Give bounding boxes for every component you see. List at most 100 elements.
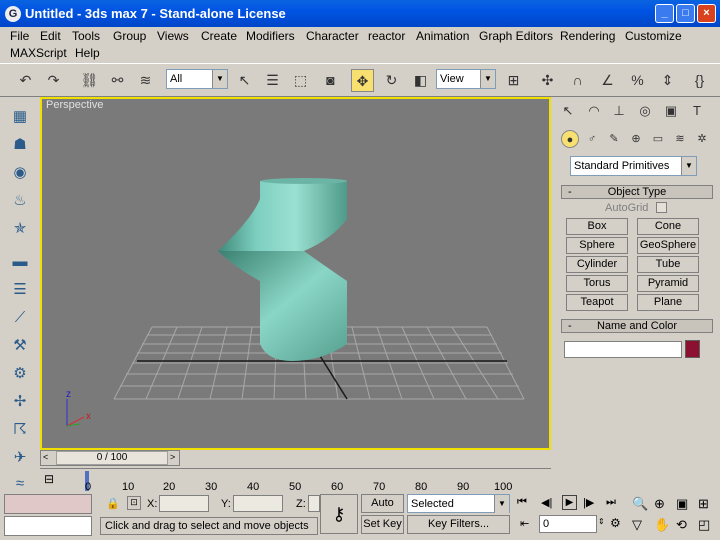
perspective-viewport[interactable]: Perspective z x <box>40 97 551 450</box>
reactor-icon[interactable]: ☈ <box>8 418 32 442</box>
undo-icon[interactable]: ↶ <box>14 69 37 92</box>
current-frame-field[interactable]: 0 <box>539 515 597 533</box>
utilities-tab-icon[interactable]: T <box>686 100 708 122</box>
space-warps-icon[interactable]: ≋ <box>671 130 689 148</box>
auto-key-button[interactable]: Auto Key <box>361 494 404 526</box>
go-to-end-icon[interactable]: ⏭ <box>606 496 616 509</box>
box-button[interactable]: Box <box>566 218 628 235</box>
selection-filter-dropdown[interactable]: All ▼ <box>166 69 228 89</box>
lock-icon[interactable]: 🔒 <box>106 497 120 510</box>
select-scale-icon[interactable]: ◧ <box>409 69 432 92</box>
select-object-icon[interactable]: ↖ <box>233 69 256 92</box>
time-config-icon[interactable]: ⚙ <box>610 516 621 530</box>
slider-left-icon[interactable]: < <box>43 452 48 462</box>
helpers-icon[interactable]: ✯ <box>8 217 32 241</box>
maximize-button[interactable]: □ <box>676 4 695 23</box>
menu-modifiers[interactable]: Modifiers <box>244 28 297 45</box>
time-slider[interactable]: 0 / 100 <box>56 451 168 465</box>
bent-cylinder-object[interactable] <box>218 178 347 361</box>
zoom-icon[interactable]: 🔍 <box>632 496 648 512</box>
menu-group[interactable]: Group <box>111 28 148 45</box>
geometry-icon[interactable]: ● <box>561 130 579 148</box>
geosphere-button[interactable]: GeoSphere <box>637 237 699 254</box>
object-type-rollout-header[interactable]: - Object Type <box>561 185 713 199</box>
space-warp-icon[interactable]: ✢ <box>8 390 32 414</box>
menu-graph-editors[interactable]: Graph Editors <box>477 28 555 45</box>
reference-coordinate-dropdown[interactable]: View ▼ <box>436 69 496 89</box>
modify-tool-icon[interactable]: ⚒ <box>8 334 32 358</box>
menu-help[interactable]: Help <box>73 45 102 62</box>
arc-rotate-icon[interactable]: ⟲ <box>676 517 687 533</box>
lights-icon[interactable]: ✎ <box>605 130 623 148</box>
maxscript-listener-white[interactable] <box>4 516 92 536</box>
play-icon[interactable]: ▶ <box>562 495 577 510</box>
menu-customize[interactable]: Customize <box>623 28 684 45</box>
name-color-rollout-header[interactable]: - Name and Color <box>561 319 713 333</box>
menu-rendering[interactable]: Rendering <box>558 28 617 45</box>
menu-reactor[interactable]: reactor <box>366 28 407 45</box>
app-icon[interactable]: G <box>5 5 21 22</box>
z-coordinate-field[interactable] <box>308 495 320 512</box>
timeline-ruler[interactable]: ⊟ 0 10 20 30 40 50 60 70 80 90 100 <box>40 468 551 493</box>
rectangular-selection-icon[interactable]: ⬚ <box>289 69 312 92</box>
extras-icon[interactable]: ▬ <box>8 250 32 274</box>
pivot-center-icon[interactable]: ⊞ <box>502 69 525 92</box>
objects-icon[interactable]: ▦ <box>8 105 32 129</box>
next-frame-icon[interactable]: |▶ <box>583 496 594 509</box>
zoom-extents-all-icon[interactable]: ⊞ <box>698 496 709 512</box>
cone-button[interactable]: Cone <box>637 218 699 235</box>
field-of-view-icon[interactable]: ▽ <box>632 517 642 533</box>
unlink-icon[interactable]: ⚯ <box>106 69 129 92</box>
menu-edit[interactable]: Edit <box>38 28 63 45</box>
object-color-swatch[interactable] <box>685 340 700 358</box>
create-tab-icon[interactable]: ↖ <box>557 100 579 122</box>
key-filters-button[interactable]: Key Filters... <box>407 515 510 534</box>
maximize-viewport-icon[interactable]: ◰ <box>698 517 710 533</box>
object-name-field[interactable] <box>564 341 682 358</box>
named-selection-icon[interactable]: {} <box>688 69 711 92</box>
key-icon[interactable]: ⚷ <box>320 494 358 534</box>
systems-icon[interactable]: ✲ <box>693 130 711 148</box>
set-key-button[interactable]: Set Key <box>361 515 404 534</box>
menu-animation[interactable]: Animation <box>414 28 471 45</box>
menu-maxscript[interactable]: MAXScript <box>8 45 69 62</box>
plane-button[interactable]: Plane <box>637 294 699 311</box>
lights-icon[interactable]: ♨ <box>8 189 32 213</box>
absolute-mode-icon[interactable]: ⊡ <box>127 496 141 510</box>
sphere-button[interactable]: Sphere <box>566 237 628 254</box>
menu-tools[interactable]: Tools <box>70 28 102 45</box>
bones-icon[interactable]: ⟋ <box>8 306 32 330</box>
display-tab-icon[interactable]: ▣ <box>660 100 682 122</box>
menu-views[interactable]: Views <box>155 28 191 45</box>
gear-icon[interactable]: ⚙ <box>8 362 32 386</box>
menu-file[interactable]: File <box>8 28 31 45</box>
motion-tab-icon[interactable]: ◎ <box>634 100 656 122</box>
shapes-icon[interactable]: ♂ <box>583 130 601 148</box>
zoom-extents-icon[interactable]: ▣ <box>676 496 688 512</box>
select-link-icon[interactable]: ⛓ <box>78 69 101 92</box>
frame-spinner-icon[interactable]: ⇕ <box>598 517 605 526</box>
cameras-icon[interactable]: ☗ <box>8 133 32 157</box>
percent-snap-icon[interactable]: % <box>626 69 649 92</box>
maxscript-listener-pink[interactable] <box>4 494 92 514</box>
window-crossing-icon[interactable]: ◙ <box>319 69 342 92</box>
time-slider-track[interactable]: 0 / 100 < > <box>40 450 180 466</box>
hierarchy-tab-icon[interactable]: ⊥ <box>608 100 630 122</box>
torus-button[interactable]: Torus <box>566 275 628 292</box>
category-dropdown[interactable]: Standard Primitives ▼ <box>570 156 697 176</box>
particle-icon[interactable]: ✈ <box>8 446 32 470</box>
pan-hand-icon[interactable]: ✋ <box>654 517 670 533</box>
select-move-icon[interactable]: ✥ <box>351 69 374 92</box>
x-coordinate-field[interactable] <box>159 495 209 512</box>
menu-create[interactable]: Create <box>199 28 239 45</box>
select-rotate-icon[interactable]: ↻ <box>380 69 403 92</box>
close-button[interactable]: × <box>697 4 716 23</box>
spinner-snap-icon[interactable]: ⇕ <box>656 69 679 92</box>
manipulate-icon[interactable]: ✣ <box>536 69 559 92</box>
autogrid-checkbox[interactable] <box>656 202 667 213</box>
snap-toggle-icon[interactable]: ∩ <box>566 69 589 92</box>
zoom-all-icon[interactable]: ⊕ <box>654 496 665 512</box>
cylinder-button[interactable]: Cylinder <box>566 256 628 273</box>
slider-right-icon[interactable]: > <box>170 452 175 462</box>
tube-button[interactable]: Tube <box>637 256 699 273</box>
